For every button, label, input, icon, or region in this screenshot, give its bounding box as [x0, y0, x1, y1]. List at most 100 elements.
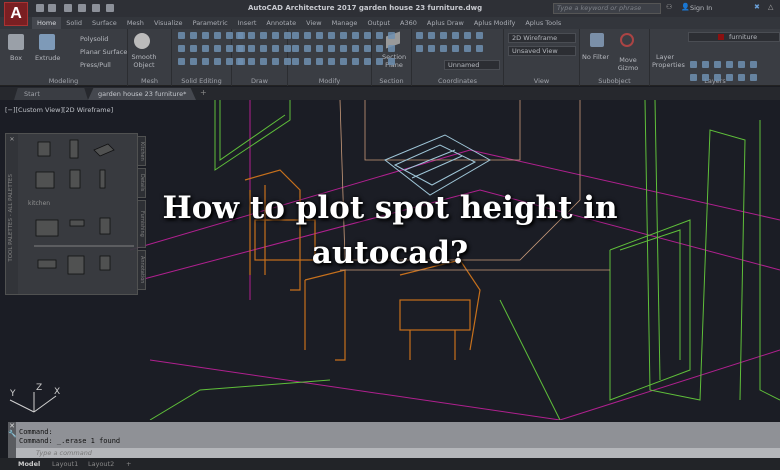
tab-mesh[interactable]: Mesh — [122, 17, 149, 29]
ribbon-tool-icon[interactable] — [316, 32, 323, 39]
ribbon-tool-icon[interactable] — [738, 74, 745, 81]
open-icon[interactable] — [48, 4, 56, 12]
ribbon-tool-icon[interactable] — [328, 45, 335, 52]
close-icon[interactable]: ✕ — [6, 136, 18, 143]
command-input[interactable]: Type a command — [16, 448, 780, 458]
ribbon-tool-icon[interactable] — [226, 32, 233, 39]
wrench-icon[interactable]: 🔧 — [8, 430, 17, 438]
ribbon-tool-icon[interactable] — [292, 58, 299, 65]
ribbon-tool-icon[interactable] — [416, 32, 423, 39]
ribbon-tool-icon[interactable] — [316, 58, 323, 65]
ribbon-tool-icon[interactable] — [476, 32, 483, 39]
visual-style-dropdown[interactable]: 2D Wireframe — [508, 33, 576, 43]
ribbon-tool-icon[interactable] — [284, 58, 291, 65]
user-icon[interactable]: 👤 — [681, 3, 690, 11]
ribbon-tool-icon[interactable] — [352, 58, 359, 65]
no-filter-button[interactable]: No Filter — [582, 53, 609, 61]
ribbon-tool-icon[interactable] — [352, 45, 359, 52]
polysolid-button[interactable]: Polysolid — [80, 35, 108, 43]
ribbon-tool-icon[interactable] — [284, 45, 291, 52]
ribbon-tool-icon[interactable] — [248, 45, 255, 52]
ribbon-tool-icon[interactable] — [214, 45, 221, 52]
new-tab-button[interactable]: + — [200, 88, 207, 97]
tab-aplus-tools[interactable]: Aplus Tools — [520, 17, 566, 29]
layer-properties-button[interactable]: Layer Properties — [652, 53, 685, 69]
planar-surface-button[interactable]: Planar Surface — [80, 48, 127, 56]
ribbon-tool-icon[interactable] — [328, 58, 335, 65]
tab-layout1[interactable]: Layout1 — [52, 459, 78, 470]
smooth-object-button[interactable]: Smooth Object — [130, 53, 158, 69]
binoculars-icon[interactable]: ⚇ — [666, 3, 672, 11]
extrude-button[interactable]: Extrude — [35, 54, 60, 62]
ribbon-tool-icon[interactable] — [416, 45, 423, 52]
ribbon-tool-icon[interactable] — [750, 74, 757, 81]
close-icon[interactable]: ✕ — [8, 422, 16, 430]
named-view-dropdown[interactable]: Unsaved View — [508, 46, 576, 56]
ribbon-tool-icon[interactable] — [726, 74, 733, 81]
ribbon-tool-icon[interactable] — [690, 61, 697, 68]
ribbon-tool-icon[interactable] — [236, 58, 243, 65]
ribbon-tool-icon[interactable] — [214, 32, 221, 39]
tab-aplus-modify[interactable]: Aplus Modify — [469, 17, 521, 29]
tab-visualize[interactable]: Visualize — [149, 17, 188, 29]
ribbon-tool-icon[interactable] — [702, 61, 709, 68]
ribbon-tool-icon[interactable] — [364, 45, 371, 52]
tab-annotate[interactable]: Annotate — [261, 17, 301, 29]
ribbon-tool-icon[interactable] — [340, 32, 347, 39]
ribbon-tool-icon[interactable] — [726, 61, 733, 68]
ribbon-tool-icon[interactable] — [340, 58, 347, 65]
ribbon-tool-icon[interactable] — [376, 32, 383, 39]
tab-start[interactable]: Start — [14, 88, 88, 100]
tab-aplus-draw[interactable]: Aplus Draw — [422, 17, 469, 29]
undo-icon[interactable] — [106, 4, 114, 12]
ribbon-tool-icon[interactable] — [364, 32, 371, 39]
ribbon-tool-icon[interactable] — [440, 32, 447, 39]
ribbon-tool-icon[interactable] — [316, 45, 323, 52]
ribbon-tool-icon[interactable] — [304, 58, 311, 65]
ribbon-tool-icon[interactable] — [364, 58, 371, 65]
tab-manage[interactable]: Manage — [327, 17, 363, 29]
viewport-controls[interactable]: [−][Custom View][2D Wireframe] — [5, 106, 113, 114]
ribbon-tool-icon[interactable] — [226, 58, 233, 65]
exchange-icon[interactable]: ✖ — [754, 3, 760, 11]
extrude-icon[interactable] — [39, 34, 55, 50]
tab-surface[interactable]: Surface — [87, 17, 122, 29]
ribbon-tool-icon[interactable] — [190, 58, 197, 65]
ribbon-tool-icon[interactable] — [750, 61, 757, 68]
ribbon-tool-icon[interactable] — [178, 32, 185, 39]
ribbon-tool-icon[interactable] — [292, 32, 299, 39]
ribbon-tool-icon[interactable] — [464, 32, 471, 39]
ribbon-tool-icon[interactable] — [248, 58, 255, 65]
tab-insert[interactable]: Insert — [233, 17, 262, 29]
ribbon-tool-icon[interactable] — [226, 45, 233, 52]
move-gizmo-button[interactable]: Move Gizmo — [616, 56, 640, 72]
ribbon-tool-icon[interactable] — [388, 32, 395, 39]
tab-drawing[interactable]: garden house 23 furniture* — [88, 88, 196, 100]
ribbon-tool-icon[interactable] — [352, 32, 359, 39]
sign-in-button[interactable]: Sign In — [690, 4, 712, 12]
tab-model[interactable]: Model — [18, 459, 40, 470]
ribbon-tool-icon[interactable] — [260, 58, 267, 65]
box-icon[interactable] — [8, 34, 24, 50]
ribbon-tool-icon[interactable] — [272, 32, 279, 39]
tab-output[interactable]: Output — [362, 17, 395, 29]
ucs-dropdown[interactable]: Unnamed — [444, 60, 500, 70]
ribbon-tool-icon[interactable] — [464, 45, 471, 52]
tab-solid[interactable]: Solid — [61, 17, 87, 29]
ribbon-tool-icon[interactable] — [236, 32, 243, 39]
ribbon-tool-icon[interactable] — [388, 45, 395, 52]
tab-layout2[interactable]: Layout2 — [88, 459, 114, 470]
ribbon-tool-icon[interactable] — [214, 58, 221, 65]
tab-a360[interactable]: A360 — [395, 17, 422, 29]
layer-dropdown[interactable]: furniture — [688, 32, 780, 42]
ribbon-tool-icon[interactable] — [190, 32, 197, 39]
ribbon-tool-icon[interactable] — [714, 74, 721, 81]
ribbon-tool-icon[interactable] — [272, 45, 279, 52]
ribbon-tool-icon[interactable] — [714, 61, 721, 68]
ribbon-tool-icon[interactable] — [428, 32, 435, 39]
ribbon-tool-icon[interactable] — [738, 61, 745, 68]
ribbon-tool-icon[interactable] — [388, 58, 395, 65]
smooth-object-icon[interactable] — [134, 33, 150, 49]
ribbon-tool-icon[interactable] — [260, 45, 267, 52]
ribbon-tool-icon[interactable] — [248, 32, 255, 39]
